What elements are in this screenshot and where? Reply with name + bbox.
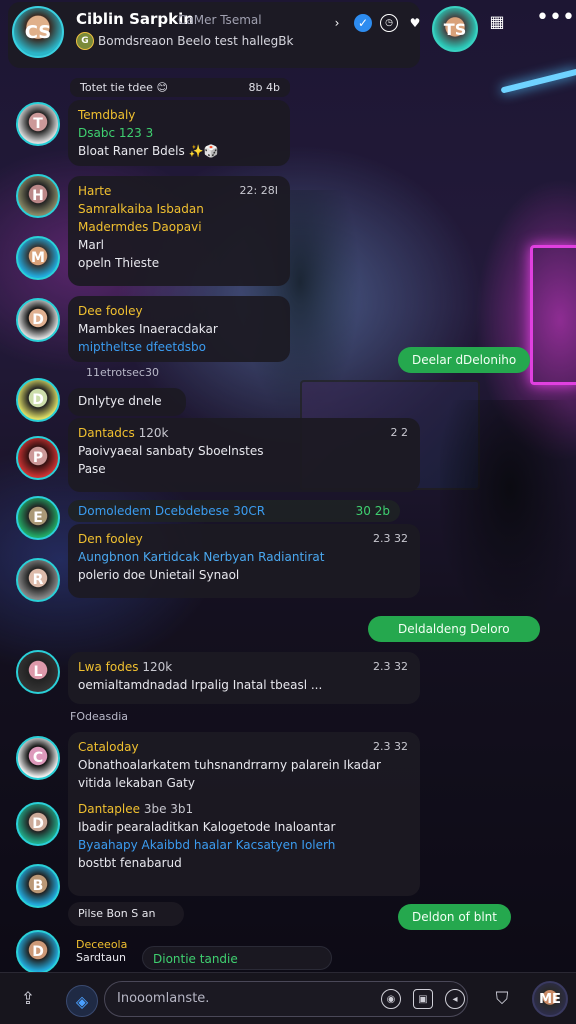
sender-avatar[interactable]: D (16, 930, 60, 974)
message-input[interactable]: Inooomlanste. ◉ ▣ ◂ (104, 981, 468, 1017)
message-text: vitida lekaban Gaty (78, 776, 195, 790)
message-text: miptheltse dfeetdsbo (78, 340, 206, 354)
chat-title[interactable]: Ciblin Sarpkin (76, 10, 194, 28)
message-text: Dnlytye dnele (78, 394, 162, 408)
sticker-icon[interactable]: ◈ (66, 985, 98, 1017)
message-bubble[interactable]: Cataloday 2.3 32 Obnathoalarkatem tuhsna… (68, 732, 420, 896)
sender-name: Cataloday (78, 740, 139, 754)
verified-icon[interactable]: ✓ (354, 14, 372, 32)
message-list[interactable]: Totet tie tdee 😊 8b 4b T Temdbaly Dsabc … (0, 72, 576, 974)
sender-avatar[interactable]: D (16, 378, 60, 422)
sender-name: Dee fooley (78, 304, 143, 318)
chat-subtitle: CaMer Tsemal (178, 13, 262, 27)
banner-text: Domoledem Dcebdebese 30CR (78, 504, 266, 518)
message-bubble[interactable]: Dee fooley Mambkes Inaeracdakar mipthelt… (68, 296, 290, 362)
composer-bar: ⇪ ◈ Inooomlanste. ◉ ▣ ◂ ⛉ ME (0, 972, 576, 1024)
message-text: bostbt fenabarud (78, 856, 182, 870)
message-text: Paoivyaeal sanbaty Sboelnstes (78, 444, 264, 458)
chat-status: Bomdsreaon Beelo test hallegBk (98, 34, 294, 48)
message-time: 2 2 (390, 426, 409, 439)
message-text: polerio doe Unietail Synaol (78, 568, 240, 582)
clock-icon[interactable]: ◷ (380, 14, 398, 32)
message-time: 22: 28I (239, 184, 278, 197)
sender-name: Den fooley (78, 532, 143, 546)
message-bubble[interactable]: Pilse Bon S an (68, 902, 184, 926)
outgoing-message[interactable]: Deldaldeng Deloro (368, 616, 540, 642)
input-placeholder: Inooomlanste. (117, 991, 210, 1006)
chat-header: CS Ciblin Sarpkin CaMer Tsemal G Bomdsre… (0, 0, 576, 70)
sender-name: Lwa fodes 120k (78, 660, 173, 674)
status-banner[interactable]: Domoledem Dcebdebese 30CR 30 2b (68, 500, 400, 522)
group-avatar: G (76, 32, 94, 50)
message-text: opeln Thieste (78, 256, 160, 270)
sender-name: Dantadcs 120k (78, 426, 169, 440)
message-bubble[interactable]: Dnlytye dnele (68, 388, 186, 416)
message-bubble[interactable]: Dantadcs 120k 2 2 Paoivyaeal sanbaty Sbo… (68, 418, 420, 492)
contact-avatar[interactable]: TS (432, 6, 478, 52)
sender-avatar[interactable]: B (16, 864, 60, 908)
sender-block: Deceeola Sardtaun (76, 938, 127, 964)
message-text: Ibadir pearaladitkan Kalogetode Inaloant… (78, 820, 336, 834)
sender-avatar[interactable]: H (16, 174, 60, 218)
mic-icon[interactable]: ◉ (381, 989, 401, 1009)
banner-time: 30 2b (355, 504, 390, 518)
sender-avatar[interactable]: M (16, 236, 60, 280)
message-text: Aungbnon Kartidcak Nerbyan Radiantirat (78, 550, 325, 564)
shield-icon[interactable]: ⛉ (488, 985, 516, 1013)
message-text: Madermdes Daopavi (78, 220, 202, 234)
message-text: Pase (78, 462, 106, 476)
message-text: Pilse Bon S an (78, 907, 156, 920)
message-text: Marl (78, 238, 104, 252)
message-text: Mambkes Inaeracdakar (78, 322, 218, 336)
message-time: 2.3 32 (373, 740, 408, 753)
outgoing-message[interactable]: Deldon of blnt (398, 904, 511, 930)
message-time: 2.3 32 (373, 660, 408, 673)
sender-name: Temdbaly (78, 108, 136, 122)
outgoing-message[interactable]: Deelar dDeloniho (398, 347, 531, 373)
timestamp: 11etrotsec30 (86, 366, 159, 379)
profile-avatar[interactable]: ME (532, 981, 568, 1017)
message-text: oemialtamdnadad Irpalig Inatal tbeasl ..… (78, 678, 323, 692)
message-bubble[interactable]: Lwa fodes 120k 2.3 32 oemialtamdnadad Ir… (68, 652, 420, 704)
date-chip: Totet tie tdee 😊 8b 4b (70, 78, 290, 97)
typing-indicator: Diontie tandie (142, 946, 332, 970)
message-subtitle: Dsabc 123 3 (78, 126, 154, 140)
sender-avatar[interactable]: L (16, 650, 60, 694)
typing-text: Diontie tandie (153, 952, 238, 966)
message-time: 2.3 32 (373, 532, 408, 545)
sender-name: Dantaplee 3be 3b1 (78, 802, 194, 816)
message-bubble[interactable]: Harte 22: 28I Samralkaiba Isbadan Maderm… (68, 176, 290, 286)
message-bubble[interactable]: Temdbaly Dsabc 123 3 Bloat Raner Bdels ✨… (68, 100, 290, 166)
send-icon[interactable]: ◂ (445, 989, 465, 1009)
message-text: Bloat Raner Bdels ✨🎲 (78, 144, 219, 158)
sender-avatar[interactable]: R (16, 558, 60, 602)
calendar-icon[interactable]: ▦ (486, 12, 508, 34)
sender-avatar[interactable]: C (16, 736, 60, 780)
attach-icon[interactable]: ⇪ (14, 985, 42, 1013)
sender-avatar[interactable]: D (16, 298, 60, 342)
header-icons: › ✓ ◷ ♥ (328, 14, 424, 32)
message-bubble[interactable]: Den fooley 2.3 32 Aungbnon Kartidcak Ner… (68, 524, 420, 598)
camera-icon[interactable]: ▣ (413, 989, 433, 1009)
more-dots-icon[interactable]: ••• (536, 7, 575, 34)
chevron-right-icon[interactable]: › (328, 14, 346, 32)
sender-avatar[interactable]: P (16, 436, 60, 480)
sender-avatar[interactable]: E (16, 496, 60, 540)
sender-avatar[interactable]: T (16, 102, 60, 146)
sender-name: Deceeola (76, 938, 128, 951)
heart-icon[interactable]: ♥ (406, 14, 424, 32)
message-text: Sardtaun (76, 951, 127, 964)
system-note: FOdeasdia (70, 710, 128, 723)
message-text: Samralkaiba Isbadan (78, 202, 204, 216)
message-text: Obnathoalarkatem tuhsnandrrarny palarein… (78, 758, 381, 772)
main-avatar[interactable]: CS (12, 6, 64, 58)
message-text: Byaahapy Akaibbd haalar Kacsatyen Iolerh (78, 838, 336, 852)
sender-avatar[interactable]: D (16, 802, 60, 846)
